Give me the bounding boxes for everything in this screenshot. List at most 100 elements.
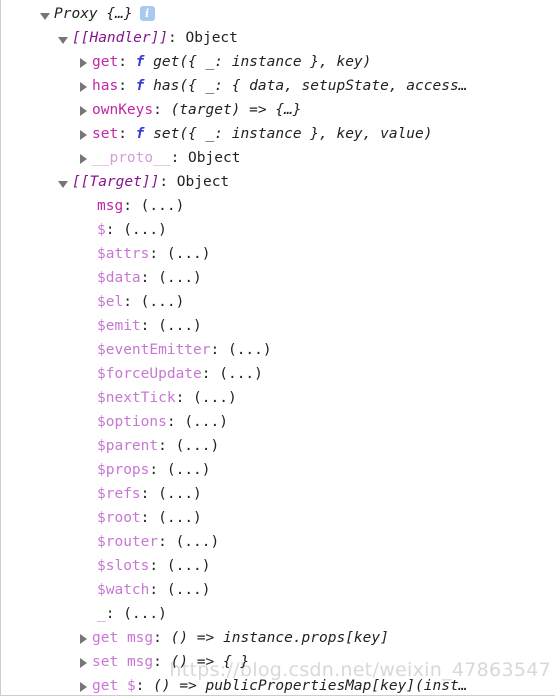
property-value[interactable]: (...) — [176, 534, 220, 550]
property-separator: : — [140, 486, 150, 502]
property-separator: : — [140, 510, 150, 526]
disclosure-triangle-icon[interactable] — [78, 105, 89, 117]
function-keyword: f — [135, 78, 145, 94]
property-value[interactable]: (...) — [158, 510, 202, 526]
property-name: _ — [97, 606, 106, 622]
disclosure-triangle-icon[interactable] — [78, 633, 89, 645]
disclosure-triangle-icon[interactable] — [78, 681, 89, 693]
property-name: $nextTick — [97, 390, 176, 406]
handler-label: [[Handler]] — [72, 30, 169, 46]
property-name: __proto__ — [92, 150, 171, 166]
disclosure-triangle-icon[interactable] — [78, 657, 89, 669]
target-accessor-row[interactable]: get msg: () => instance.props[key] — [1, 626, 555, 650]
property-separator: : — [149, 462, 159, 478]
target-entry-row[interactable]: $parent: (...) — [1, 434, 555, 458]
property-value[interactable]: (...) — [167, 462, 211, 478]
property-name: ownKeys — [92, 102, 154, 118]
function-keyword: f — [135, 126, 145, 142]
handler-entry-list: get: f get({ _: instance }, key) has: f h… — [1, 50, 555, 170]
target-entry-row[interactable]: $root: (...) — [1, 506, 555, 530]
target-entry-row[interactable]: $data: (...) — [1, 266, 555, 290]
property-separator: : — [118, 126, 127, 142]
property-name: $attrs — [97, 246, 150, 262]
property-value: get({ _: instance }, key) — [153, 54, 372, 70]
accessor-prefix: get — [92, 678, 119, 694]
property-value[interactable]: (...) — [176, 438, 220, 454]
target-separator: : — [159, 174, 169, 190]
target-accessor-row[interactable]: set msg: () => { } — [1, 650, 555, 674]
property-value[interactable]: (...) — [158, 270, 202, 286]
target-entry-row[interactable]: $: (...) — [1, 218, 555, 242]
property-name: $props — [97, 462, 150, 478]
property-name: has — [92, 78, 119, 94]
target-entry-row[interactable]: $props: (...) — [1, 458, 555, 482]
property-value[interactable]: (...) — [219, 366, 263, 382]
target-accessor-row[interactable]: get $: () => publicPropertiesMap[key](in… — [1, 674, 555, 695]
target-entry-row[interactable]: $refs: (...) — [1, 482, 555, 506]
property-value[interactable]: (...) — [184, 414, 228, 430]
property-value[interactable]: (...) — [167, 246, 211, 262]
property-value[interactable]: (...) — [228, 342, 272, 358]
handler-entry-row[interactable]: has: f has({ _: { data, setupState, acce… — [1, 74, 555, 98]
property-separator: : — [166, 414, 176, 430]
property-value[interactable]: (...) — [141, 294, 185, 310]
target-entry-row[interactable]: _: (...) — [1, 602, 555, 626]
target-entry-row[interactable]: $emit: (...) — [1, 314, 555, 338]
property-separator: : — [153, 630, 162, 646]
property-separator: : — [175, 390, 185, 406]
property-value[interactable]: (...) — [123, 606, 167, 622]
object-row-target[interactable]: [[Target]]: Object — [1, 170, 555, 194]
property-separator: : — [105, 606, 115, 622]
property-separator: : — [123, 294, 132, 310]
target-entry-row[interactable]: $attrs: (...) — [1, 242, 555, 266]
disclosure-triangle-icon[interactable] — [58, 178, 69, 189]
handler-entry-row[interactable]: get: f get({ _: instance }, key) — [1, 50, 555, 74]
property-name: $root — [97, 510, 141, 526]
property-value[interactable]: (...) — [158, 318, 202, 334]
property-name: $router — [97, 534, 159, 550]
property-name: $data — [97, 270, 141, 286]
proxy-label: Proxy — [54, 6, 98, 22]
property-value: Object — [188, 150, 241, 166]
target-entry-row[interactable]: $forceUpdate: (...) — [1, 362, 555, 386]
property-separator: : — [149, 582, 159, 598]
property-separator: : — [140, 318, 150, 334]
target-entry-list: msg: (...) $: (...) $attrs: (...) $data: (.… — [1, 194, 555, 626]
object-row-proxy[interactable]: Proxy {…} i — [1, 2, 555, 26]
property-separator: : — [210, 342, 220, 358]
property-name: $forceUpdate — [97, 366, 202, 382]
property-separator: : — [153, 654, 162, 670]
property-value[interactable]: (...) — [167, 558, 211, 574]
property-value: () => { } — [170, 654, 250, 670]
proxy-preview-brace: {…} — [106, 6, 133, 22]
disclosure-triangle-icon[interactable] — [58, 34, 69, 45]
info-icon[interactable]: i — [139, 5, 155, 21]
target-entry-row[interactable]: $slots: (...) — [1, 554, 555, 578]
target-entry-row[interactable]: $options: (...) — [1, 410, 555, 434]
property-name: $options — [97, 414, 167, 430]
disclosure-triangle-icon[interactable] — [78, 81, 89, 93]
property-value[interactable]: (...) — [123, 222, 167, 238]
property-value[interactable]: (...) — [158, 486, 202, 502]
handler-entry-row[interactable]: ownKeys: (target) => {…} — [1, 98, 555, 122]
handler-entry-row[interactable]: __proto__: Object — [1, 146, 555, 170]
disclosure-triangle-icon[interactable] — [78, 153, 89, 165]
property-name: msg — [126, 630, 154, 646]
target-entry-row[interactable]: $router: (...) — [1, 530, 555, 554]
target-entry-row[interactable]: $nextTick: (...) — [1, 386, 555, 410]
property-separator: : — [123, 198, 132, 214]
target-entry-row[interactable]: msg: (...) — [1, 194, 555, 218]
target-entry-row[interactable]: $watch: (...) — [1, 578, 555, 602]
target-entry-row[interactable]: $el: (...) — [1, 290, 555, 314]
target-entry-row[interactable]: $eventEmitter: (...) — [1, 338, 555, 362]
handler-entry-row[interactable]: set: f set({ _: instance }, key, value) — [1, 122, 555, 146]
property-name: $ — [97, 222, 106, 238]
disclosure-triangle-icon[interactable] — [78, 129, 89, 141]
object-row-handler[interactable]: [[Handler]]: Object — [1, 26, 555, 50]
disclosure-triangle-icon[interactable] — [40, 10, 51, 21]
property-value[interactable]: (...) — [141, 198, 185, 214]
property-value[interactable]: (...) — [167, 582, 211, 598]
disclosure-triangle-icon[interactable] — [78, 57, 89, 69]
property-name: $emit — [97, 318, 141, 334]
property-value[interactable]: (...) — [193, 390, 237, 406]
